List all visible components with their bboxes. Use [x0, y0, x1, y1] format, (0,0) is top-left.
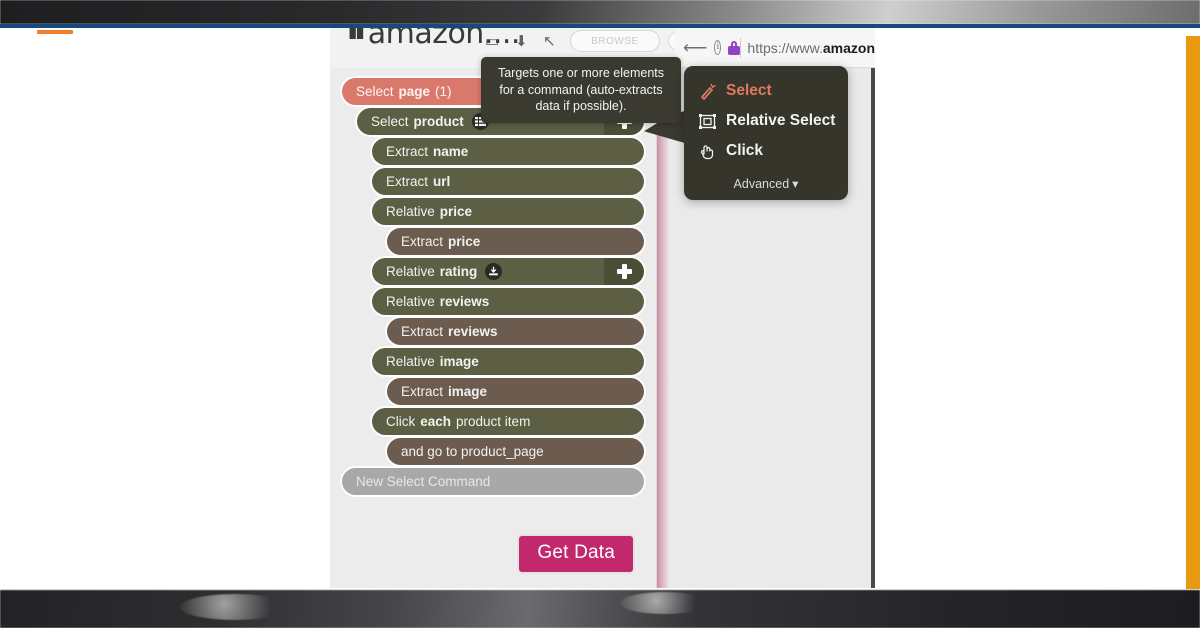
row-verb: Extract: [386, 144, 429, 159]
row-verb: Click: [386, 414, 416, 429]
url-text: https://www.amazon: [747, 39, 875, 56]
menu-item-relative-select[interactable]: Relative Select: [684, 106, 848, 136]
workflow-row[interactable]: Click each product item: [372, 408, 644, 435]
row-keyword: reviews: [439, 294, 490, 309]
row-verb: Select: [371, 114, 409, 129]
workflow-row[interactable]: Relative image: [372, 348, 644, 375]
menu-item-click[interactable]: Click: [684, 136, 848, 166]
workflow-row[interactable]: Relative rating: [372, 258, 644, 285]
row-keyword: image: [439, 354, 479, 369]
menu-item-label: Click: [726, 142, 764, 159]
menu-item-label: Relative Select: [726, 112, 836, 129]
context-menu: Select Relative Select Click Advanced ▾: [684, 66, 848, 200]
brand-orange-mark: [37, 30, 73, 34]
row-keyword: each: [420, 414, 452, 429]
hamburger-icon[interactable]: ▮▮: [348, 28, 365, 42]
address-bar[interactable]: ⟵ i https://www.amazon: [675, 28, 875, 68]
cursor-icon[interactable]: ↖: [543, 32, 556, 50]
pointer-hand-icon: [698, 143, 717, 160]
row-verb: Relative: [386, 264, 435, 279]
workflow-row[interactable]: Relative price: [372, 198, 644, 225]
row-verb: Relative: [386, 204, 435, 219]
row-verb: Extract: [401, 384, 444, 399]
workflow-row[interactable]: Extract url: [372, 168, 644, 195]
row-keyword: reviews: [448, 324, 498, 339]
get-data-button[interactable]: Get Data: [517, 534, 635, 574]
advanced-label: Advanced: [733, 177, 790, 191]
workflow-row[interactable]: Extract name: [372, 138, 644, 165]
row-keyword: rating: [439, 264, 478, 279]
photo-highlight: [620, 592, 710, 614]
row-tail: (1): [435, 84, 452, 99]
workflow-row[interactable]: and go to product_page: [387, 438, 644, 465]
workflow-row[interactable]: Relative reviews: [372, 288, 644, 315]
row-verb: Extract: [401, 234, 444, 249]
row-keyword: page: [398, 84, 431, 99]
row-tail: product item: [456, 414, 531, 429]
add-command-button[interactable]: [604, 258, 644, 285]
row-keyword: price: [448, 234, 481, 249]
menu-item-select[interactable]: Select: [684, 76, 848, 106]
relative-select-icon: [698, 113, 717, 130]
workflow-row[interactable]: Extract image: [387, 378, 644, 405]
lock-icon: [728, 40, 741, 55]
photo-highlight: [180, 594, 290, 620]
row-keyword: name: [433, 144, 469, 159]
browse-pill[interactable]: BROWSE: [570, 30, 660, 52]
back-arrow-icon[interactable]: ⟵: [683, 38, 707, 58]
wand-icon: [698, 83, 717, 100]
row-keyword: price: [439, 204, 473, 219]
background-photo-top: [0, 0, 1200, 24]
caret-down-icon: ▾: [792, 177, 799, 191]
row-verb: Extract: [401, 324, 444, 339]
get-data-area: Get Data: [330, 534, 657, 574]
download-badge-icon[interactable]: [485, 263, 503, 280]
workflow-panel: Select page (1) Select product Extract name Ext…: [330, 68, 657, 588]
row-verb: and go to product_page: [401, 444, 544, 459]
workflow-row[interactable]: New Select Command: [342, 468, 644, 495]
row-keyword: image: [448, 384, 488, 399]
row-verb: Relative: [386, 354, 435, 369]
download-icon[interactable]: ⬇: [515, 32, 528, 50]
row-verb: Relative: [386, 294, 435, 309]
menu-item-label: Select: [726, 82, 772, 99]
workflow-row[interactable]: Extract reviews: [387, 318, 644, 345]
workflow-row-list: Select page (1) Select product Extract name Ext…: [342, 78, 644, 495]
brand-orange-sidebar: [1186, 36, 1200, 589]
row-verb: New Select Command: [356, 474, 491, 489]
row-verb: Select: [356, 84, 394, 99]
background-photo-bottom: [0, 590, 1200, 628]
screenshot-root: ▮▮ amazon.... ▭ ⬇ ↖ BROWSE ⟵ i https://ww…: [0, 0, 1200, 628]
row-keyword: url: [433, 174, 451, 189]
tooltip: Targets one or more elements for a comma…: [481, 57, 681, 123]
row-verb: Extract: [386, 174, 429, 189]
advanced-toggle[interactable]: Advanced ▾: [684, 176, 848, 191]
row-keyword: product: [413, 114, 464, 129]
workflow-row[interactable]: Extract price: [387, 228, 644, 255]
window-icon[interactable]: ▭: [485, 32, 499, 50]
info-icon[interactable]: i: [714, 40, 722, 55]
panel-divider: [657, 68, 670, 588]
